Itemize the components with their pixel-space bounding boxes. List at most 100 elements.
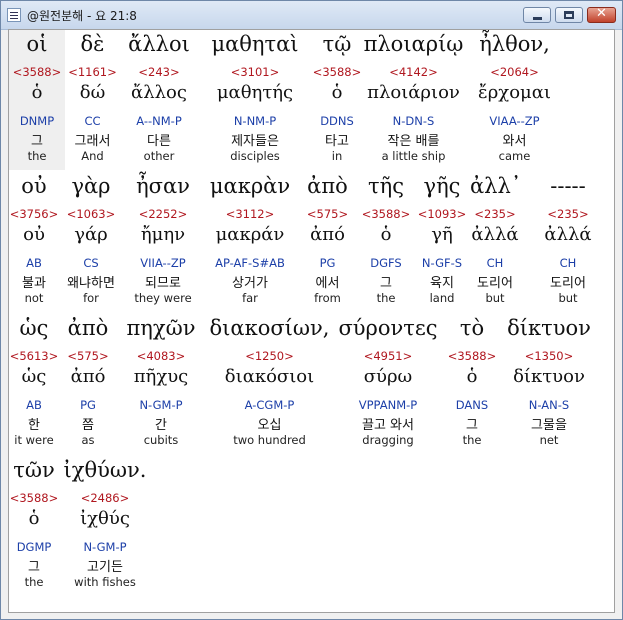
strong-number: <4083>: [136, 349, 186, 363]
parsing-code: VIAA--ZP: [489, 114, 540, 128]
lemma-word: ὁ: [466, 366, 478, 387]
word-column[interactable]: ἀλλ᾽ <235> ἀλλά CH 도리어 but: [470, 172, 521, 312]
greek-word: διακοσίων,: [209, 316, 330, 340]
greek-word: πηχῶν: [126, 316, 196, 340]
korean-gloss: 그: [380, 276, 392, 291]
parsing-code: VIIA--ZP: [140, 256, 186, 270]
greek-word: γὰρ: [71, 174, 111, 198]
parsing-code: DANS: [455, 398, 489, 412]
close-icon: ✕: [596, 6, 607, 21]
korean-gloss: 간: [155, 418, 167, 433]
word-column[interactable]: σύροντες <4951> σύρω VPPANM-P 끌고 와서 dragging: [334, 314, 442, 454]
word-column[interactable]: οὐ <3756> οὐ AB 불과 not: [9, 172, 59, 312]
greek-word: ἄλλοι: [128, 32, 190, 56]
greek-word: ἰχθύων.: [63, 458, 147, 482]
parsing-code: CS: [83, 256, 99, 270]
word-column[interactable]: γῆς <1093> γῆ N-GF-S 육지 land: [414, 172, 470, 312]
english-gloss: the: [376, 291, 396, 305]
app-window: @원전분해 - 요 21:8 ✕ οἱ <3588> ὁ DNMP 그 the δὲ <116…: [0, 0, 623, 620]
word-column[interactable]: τὸ <3588> ὁ DANS 그 the: [442, 314, 502, 454]
english-gloss: but: [558, 291, 578, 305]
english-gloss: the: [462, 433, 482, 447]
lemma-word: δίκτυον: [513, 366, 585, 387]
word-column[interactable]: ὡς <5613> ὡς AB 한 it were: [9, 314, 59, 454]
greek-word: ὡς: [19, 316, 49, 340]
parsing-code: PG: [80, 398, 96, 412]
word-column[interactable]: δὲ <1161> δώ CC 그래서 And: [65, 30, 120, 170]
maximize-button[interactable]: [555, 7, 583, 23]
korean-gloss: 육지: [430, 276, 454, 291]
korean-gloss: 그래서: [74, 134, 111, 149]
korean-gloss: 도리어: [550, 276, 586, 291]
lemma-word: δώ: [79, 82, 106, 103]
lemma-word: ἰχθύς: [80, 508, 130, 529]
lemma-word: ὁ: [331, 82, 343, 103]
word-column[interactable]: ἀπὸ <575> ἀπό PG 쯤 as: [59, 314, 117, 454]
strong-number: <3588>: [12, 65, 62, 79]
word-column[interactable]: τῆς <3588> ὁ DGFS 그 the: [358, 172, 414, 312]
strong-number: <235>: [547, 207, 589, 221]
strong-number: <243>: [138, 65, 180, 79]
word-column[interactable]: πηχῶν <4083> πῆχυς N-GM-P 간 cubits: [117, 314, 205, 454]
lemma-word: ὁ: [28, 508, 40, 529]
parsing-code: DGFS: [370, 256, 402, 270]
english-gloss: but: [485, 291, 505, 305]
close-button[interactable]: ✕: [587, 6, 616, 23]
strong-number: <3588>: [361, 207, 411, 221]
parsing-code: CH: [559, 256, 577, 270]
parsing-code: CC: [84, 114, 101, 128]
word-column[interactable]: πλοιαρίῳ <4142> πλοιάριον N-DN-S 작은 배를 a litt…: [362, 30, 465, 170]
korean-gloss: 도리어: [477, 276, 513, 291]
korean-gloss: 그: [466, 418, 478, 433]
word-column[interactable]: γὰρ <1063> γάρ CS 왜냐하면 for: [59, 172, 123, 312]
strong-number: <3101>: [230, 65, 280, 79]
lemma-word: μακράν: [215, 224, 285, 245]
korean-gloss: 그물을: [531, 418, 567, 433]
greek-word: δίκτυον: [507, 316, 591, 340]
strong-number: <1093>: [417, 207, 467, 221]
maximize-icon: [564, 11, 574, 19]
english-gloss: the: [27, 149, 47, 163]
title-bar[interactable]: @원전분해 - 요 21:8 ✕: [1, 1, 622, 30]
verse-line-4: τῶν <3588> ὁ DGMP 그 the ἰχθύων. <2486> ἰχθύς N-GM…: [9, 456, 614, 596]
greek-word: οὐ: [21, 174, 47, 198]
strong-number: <3112>: [225, 207, 275, 221]
word-column[interactable]: τῷ <3588> ὁ DDNS 타고 in: [312, 30, 362, 170]
greek-word: -----: [550, 174, 586, 198]
greek-word: πλοιαρίῳ: [363, 32, 464, 56]
parsing-code: A--NM-P: [136, 114, 182, 128]
word-column[interactable]: ἰχθύων. <2486> ἰχθύς N-GM-P 고기든 with fishes: [59, 456, 151, 596]
korean-gloss: 와서: [502, 134, 527, 149]
word-column[interactable]: οἱ <3588> ὁ DNMP 그 the: [9, 30, 65, 170]
word-column[interactable]: δίκτυον <1350> δίκτυον N-AN-S 그물을 net: [502, 314, 596, 454]
korean-gloss: 끌고 와서: [362, 418, 414, 433]
strong-number: <5613>: [9, 349, 59, 363]
lemma-word: ἄλλος: [131, 82, 187, 103]
greek-word: σύροντες: [338, 316, 438, 340]
word-column[interactable]: μακρὰν <3112> μακράν AP-AF-S#AB 상거가 far: [203, 172, 297, 312]
word-column[interactable]: διακοσίων, <1250> διακόσιοι A-CGM-P 오십 two hu…: [205, 314, 334, 454]
english-gloss: land: [429, 291, 455, 305]
english-gloss: a little ship: [381, 149, 446, 163]
word-column[interactable]: ἄλλοι <243> ἄλλος A--NM-P 다른 other: [120, 30, 198, 170]
word-column[interactable]: μαθηταὶ <3101> μαθητής N-NM-P 제자들은 disciples: [198, 30, 312, 170]
word-column[interactable]: ἀπὸ <575> ἀπό PG 에서 from: [297, 172, 358, 312]
lemma-word: ἀλλά: [544, 224, 592, 245]
lemma-word: ἀλλά: [471, 224, 519, 245]
minimize-button[interactable]: [523, 7, 551, 23]
korean-gloss: 불과: [22, 276, 46, 291]
greek-word: τῷ: [322, 32, 352, 56]
word-column[interactable]: ἦλθον, <2064> ἔρχομαι VIAA--ZP 와서 came: [465, 30, 564, 170]
lemma-word: ὡς: [21, 366, 47, 387]
word-column[interactable]: ----- <235> ἀλλά CH 도리어 but: [520, 172, 614, 312]
word-column[interactable]: ἦσαν <2252> ἤμην VIIA--ZP 되므로 they were: [123, 172, 203, 312]
parsing-code: N-DN-S: [392, 114, 435, 128]
word-column[interactable]: τῶν <3588> ὁ DGMP 그 the: [9, 456, 59, 596]
english-gloss: net: [539, 433, 559, 447]
greek-word: τῆς: [368, 174, 404, 198]
strong-number: <575>: [67, 349, 109, 363]
english-gloss: in: [331, 149, 343, 163]
strong-number: <2252>: [138, 207, 188, 221]
greek-word: τὸ: [459, 316, 485, 340]
verse-line-1: οἱ <3588> ὁ DNMP 그 the δὲ <1161> δώ CC 그래서 And ἄλλοι…: [9, 30, 614, 170]
